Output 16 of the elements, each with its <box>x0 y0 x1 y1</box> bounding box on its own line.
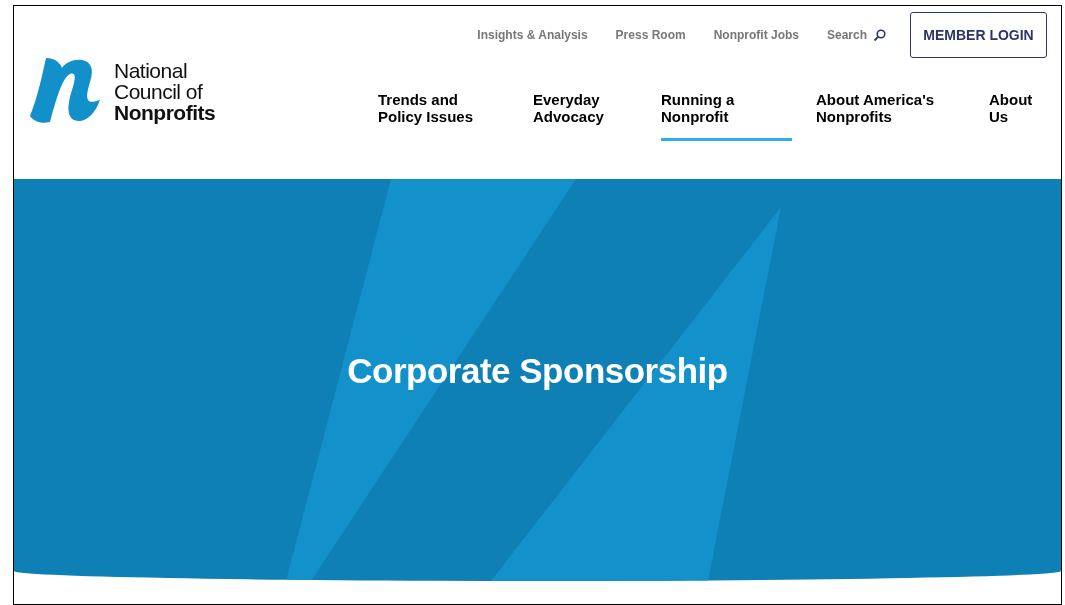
nav-tab[interactable]: Everyday Advocacy <box>533 91 661 141</box>
utility-link[interactable]: Insights & Analysis <box>477 26 588 44</box>
hero-title: Corporate Sponsorship <box>347 349 728 392</box>
nav-tab[interactable]: About America's Nonprofits <box>816 91 989 141</box>
utility-link[interactable]: Nonprofit Jobs <box>713 26 799 44</box>
utility-link[interactable]: Press Room <box>615 26 686 44</box>
nav-tab[interactable]: Trends and Policy Issues <box>378 91 533 141</box>
logo-text: National <box>114 59 189 81</box>
nav-tab[interactable]: Running a Nonprofit <box>661 91 792 141</box>
logo-text: Council of <box>114 80 204 102</box>
nav-tab[interactable]: About Us <box>989 91 1049 141</box>
logo-icon <box>28 56 102 126</box>
member-login-button[interactable]: MEMBER LOGIN <box>910 12 1047 58</box>
logo-text: Nonprofits <box>114 101 216 123</box>
search-link[interactable]: Search <box>826 26 886 44</box>
search-icon <box>873 28 886 42</box>
